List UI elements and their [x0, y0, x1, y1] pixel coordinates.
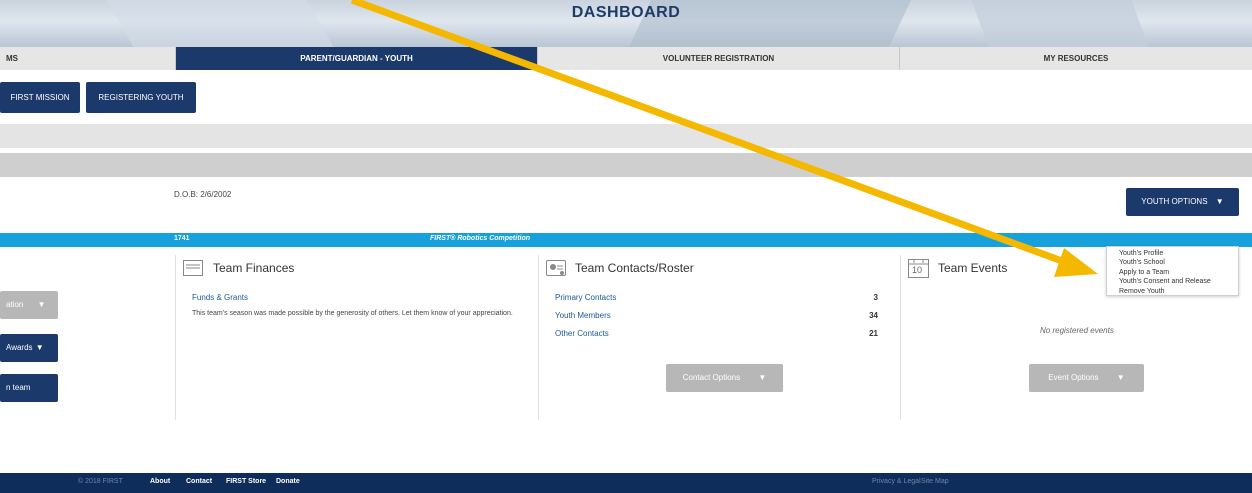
youth-options-label: YOUTH OPTIONS: [1141, 197, 1208, 206]
divider: [900, 255, 901, 420]
footer-about-link[interactable]: About: [150, 478, 170, 485]
awards-label: Awards: [6, 343, 33, 352]
youth-dob: D.O.B: 2/6/2002: [174, 190, 232, 199]
youth-members-link[interactable]: Youth Members: [555, 311, 611, 320]
youth-options-button[interactable]: YOUTH OPTIONS ▼: [1126, 188, 1239, 216]
menu-item-youth-profile[interactable]: Youth's Profile: [1107, 249, 1238, 258]
awards-dropdown[interactable]: Awards ▼: [0, 334, 58, 362]
youth-name-band: [0, 153, 1252, 177]
calendar-icon: 10: [908, 259, 929, 278]
event-options-label: Event Options: [1048, 373, 1099, 382]
tab-my-resources[interactable]: MY RESOURCES: [900, 47, 1252, 70]
team-program: FIRST® Robotics Competition: [430, 235, 531, 242]
chevron-down-icon: ▼: [35, 343, 44, 352]
youth-options-menu: Youth's Profile Youth's School Apply to …: [1106, 246, 1239, 296]
divider: [175, 255, 176, 420]
footer-contact-link[interactable]: Contact: [186, 478, 212, 485]
wallet-icon: [183, 260, 203, 276]
chevron-down-icon: ▼: [758, 373, 767, 382]
calendar-day: 10: [912, 265, 923, 275]
tab-parent-guardian-youth[interactable]: PARENT/GUARDIAN - YOUTH: [176, 47, 538, 70]
first-mission-button[interactable]: FIRST MISSION: [0, 82, 80, 113]
team-events-title: Team Events: [938, 261, 1008, 275]
contact-options-label: Contact Options: [682, 373, 741, 382]
team-finances-title: Team Finances: [213, 261, 295, 275]
footer-donate-link[interactable]: Donate: [276, 478, 300, 485]
chevron-down-icon: ▼: [37, 300, 46, 309]
team-band: 1741 FIRST® Robotics Competition: [0, 233, 1252, 247]
primary-contacts-count: 3: [873, 293, 878, 302]
finances-description: This team's season was made possible by …: [192, 310, 513, 317]
tab-programs[interactable]: MS: [0, 47, 176, 70]
menu-item-consent-release[interactable]: Youth's Consent and Release: [1107, 277, 1238, 286]
youth-members-count: 34: [869, 311, 878, 320]
other-contacts-link[interactable]: Other Contacts: [555, 329, 609, 338]
funds-grants-link[interactable]: Funds & Grants: [192, 293, 248, 302]
footer-sitemap-link[interactable]: Site Map: [921, 478, 949, 485]
no-events-message: No registered events: [1040, 326, 1114, 335]
event-options-button[interactable]: Event Options ▼: [1029, 364, 1144, 392]
main-tabs: MS PARENT/GUARDIAN - YOUTH VOLUNTEER REG…: [0, 47, 1252, 70]
contact-options-button[interactable]: Contact Options ▼: [666, 364, 783, 392]
team-action-dropdown[interactable]: ation ▼: [0, 291, 58, 319]
chevron-down-icon: ▼: [1215, 197, 1224, 206]
leave-team-button[interactable]: n team: [0, 374, 58, 402]
tab-volunteer-registration[interactable]: VOLUNTEER REGISTRATION: [538, 47, 900, 70]
page-title: DASHBOARD: [571, 4, 681, 21]
team-contacts-title: Team Contacts/Roster: [575, 261, 694, 275]
contacts-icon: [546, 260, 566, 276]
info-band: [0, 124, 1252, 148]
footer-store-link[interactable]: FIRST Store: [226, 478, 266, 485]
footer-privacy-link[interactable]: Privacy & Legal: [872, 478, 921, 485]
chevron-down-icon: ▼: [1116, 373, 1125, 382]
other-contacts-count: 21: [869, 329, 878, 338]
primary-contacts-link[interactable]: Primary Contacts: [555, 293, 616, 302]
menu-item-youth-school[interactable]: Youth's School: [1107, 258, 1238, 267]
footer-copyright: © 2018 FIRST: [78, 478, 123, 485]
page-footer: © 2018 FIRST About Contact FIRST Store D…: [0, 473, 1252, 493]
menu-item-apply-to-team[interactable]: Apply to a Team: [1107, 268, 1238, 277]
registering-youth-button[interactable]: REGISTERING YOUTH: [86, 82, 196, 113]
menu-item-remove-youth[interactable]: Remove Youth: [1107, 287, 1238, 296]
team-number: 1741: [174, 235, 190, 242]
team-action-label: ation: [6, 300, 24, 309]
page-header-banner: DASHBOARD: [0, 0, 1252, 47]
divider: [538, 255, 539, 420]
